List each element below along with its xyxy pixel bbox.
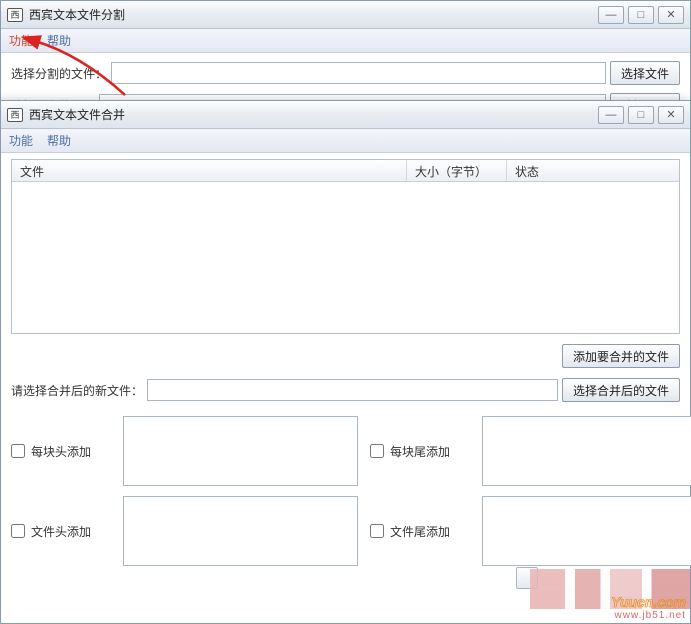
file-tail-check[interactable]: 文件尾添加 (370, 520, 470, 542)
col-file[interactable]: 文件 (12, 160, 407, 181)
file-table[interactable]: 文件 大小（字节） 状态 (11, 159, 680, 334)
merge-menubar: 功能 帮助 (1, 129, 690, 153)
add-merge-file-button[interactable]: 添加要合并的文件 (562, 344, 680, 368)
file-tail-label: 文件尾添加 (390, 523, 450, 540)
col-status[interactable]: 状态 (507, 160, 679, 181)
maximize-button[interactable]: □ (628, 106, 654, 124)
block-tail-checkbox[interactable] (370, 444, 384, 458)
merge-titlebar[interactable]: 西 西宾文本文件合并 — □ ✕ (1, 101, 690, 129)
watermark-line2: www.jb51.net (611, 610, 686, 621)
file-tail-text[interactable] (482, 496, 691, 566)
select-file-label: 选择分割的文件： (11, 65, 107, 82)
file-head-checkbox[interactable] (11, 524, 25, 538)
split-window-title: 西宾文本文件分割 (29, 6, 598, 23)
file-head-check[interactable]: 文件头添加 (11, 520, 111, 542)
window-controls: — □ ✕ (598, 6, 684, 24)
block-tail-label: 每块尾添加 (390, 443, 450, 460)
maximize-button[interactable]: □ (628, 6, 654, 24)
output-file-row: 请选择合并后的新文件： 选择合并后的文件 (11, 378, 680, 402)
split-titlebar[interactable]: 西 西宾文本文件分割 — □ ✕ (1, 1, 690, 29)
col-size[interactable]: 大小（字节） (407, 160, 507, 181)
close-button[interactable]: ✕ (658, 106, 684, 124)
minimize-button[interactable]: — (598, 6, 624, 24)
add-file-row: 添加要合并的文件 (11, 344, 680, 368)
merge-window: 西 西宾文本文件合并 — □ ✕ 功能 帮助 文件 大小（字节） 状态 添加要合… (0, 100, 691, 624)
split-file-input[interactable] (111, 62, 606, 84)
block-head-check[interactable]: 每块头添加 (11, 440, 111, 462)
block-head-checkbox[interactable] (11, 444, 25, 458)
menu-help[interactable]: 帮助 (47, 132, 71, 149)
close-button[interactable]: ✕ (658, 6, 684, 24)
file-head-label: 文件头添加 (31, 523, 91, 540)
output-file-label: 请选择合并后的新文件： (11, 382, 143, 399)
select-file-button[interactable]: 选择文件 (610, 61, 680, 85)
select-file-row: 选择分割的文件： 选择文件 (11, 61, 680, 85)
merge-body: 文件 大小（字节） 状态 添加要合并的文件 请选择合并后的新文件： 选择合并后的… (1, 153, 690, 576)
options-grid: 每块头添加 每块尾添加 文件头添加 文件尾添加 (11, 416, 680, 566)
split-menubar: 功能 帮助 (1, 29, 690, 53)
block-head-label: 每块头添加 (31, 443, 91, 460)
pixelated-region (530, 569, 690, 609)
app-icon: 西 (7, 108, 23, 122)
file-tail-checkbox[interactable] (370, 524, 384, 538)
merge-window-title: 西宾文本文件合并 (29, 106, 598, 123)
block-tail-text[interactable] (482, 416, 691, 486)
file-head-text[interactable] (123, 496, 358, 566)
minimize-button[interactable]: — (598, 106, 624, 124)
menu-func[interactable]: 功能 (9, 32, 33, 49)
output-file-input[interactable] (147, 379, 558, 401)
block-tail-check[interactable]: 每块尾添加 (370, 440, 470, 462)
table-header: 文件 大小（字节） 状态 (12, 160, 679, 182)
app-icon: 西 (7, 8, 23, 22)
select-output-button[interactable]: 选择合并后的文件 (562, 378, 680, 402)
menu-func[interactable]: 功能 (9, 132, 33, 149)
menu-help[interactable]: 帮助 (47, 32, 71, 49)
block-head-text[interactable] (123, 416, 358, 486)
window-controls: — □ ✕ (598, 106, 684, 124)
